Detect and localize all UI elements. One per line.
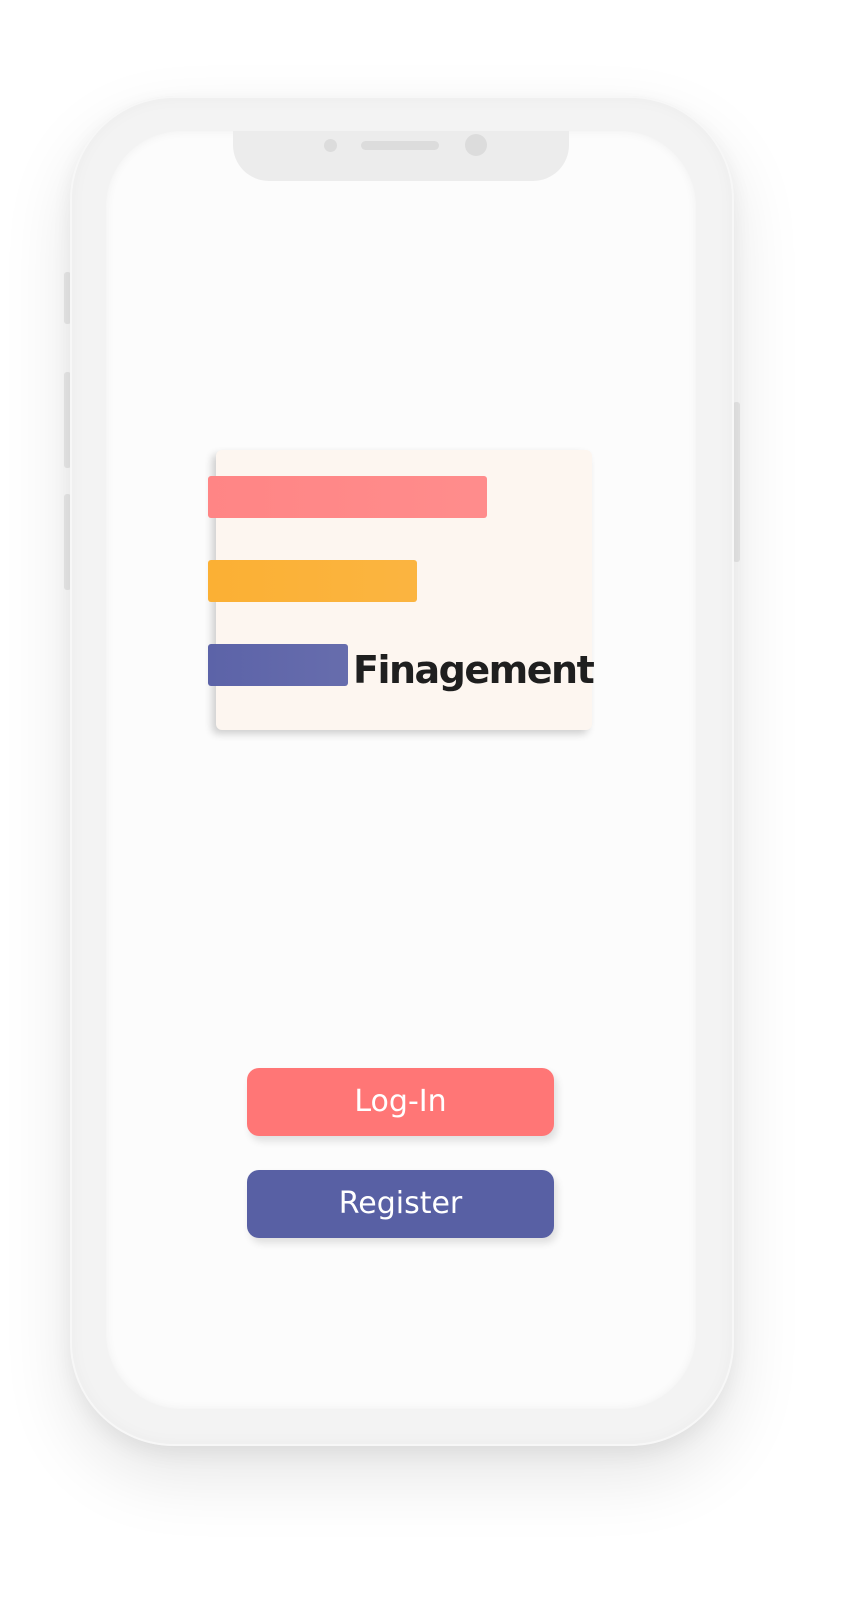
register-button[interactable]: Register (247, 1170, 554, 1238)
notch (233, 131, 569, 181)
login-button[interactable]: Log-In (247, 1068, 554, 1136)
logo-bar-red (208, 476, 487, 518)
sensor-dot-icon (324, 139, 337, 152)
brand-name: Finagement (353, 648, 595, 692)
speaker-grille-icon (361, 141, 439, 150)
power-button (733, 402, 740, 562)
logo-bar-blue (208, 644, 348, 686)
front-camera-icon (465, 134, 487, 156)
logo-bar-orange (208, 560, 417, 602)
mockup-stage: Finagement Log-In Register (0, 0, 842, 1618)
